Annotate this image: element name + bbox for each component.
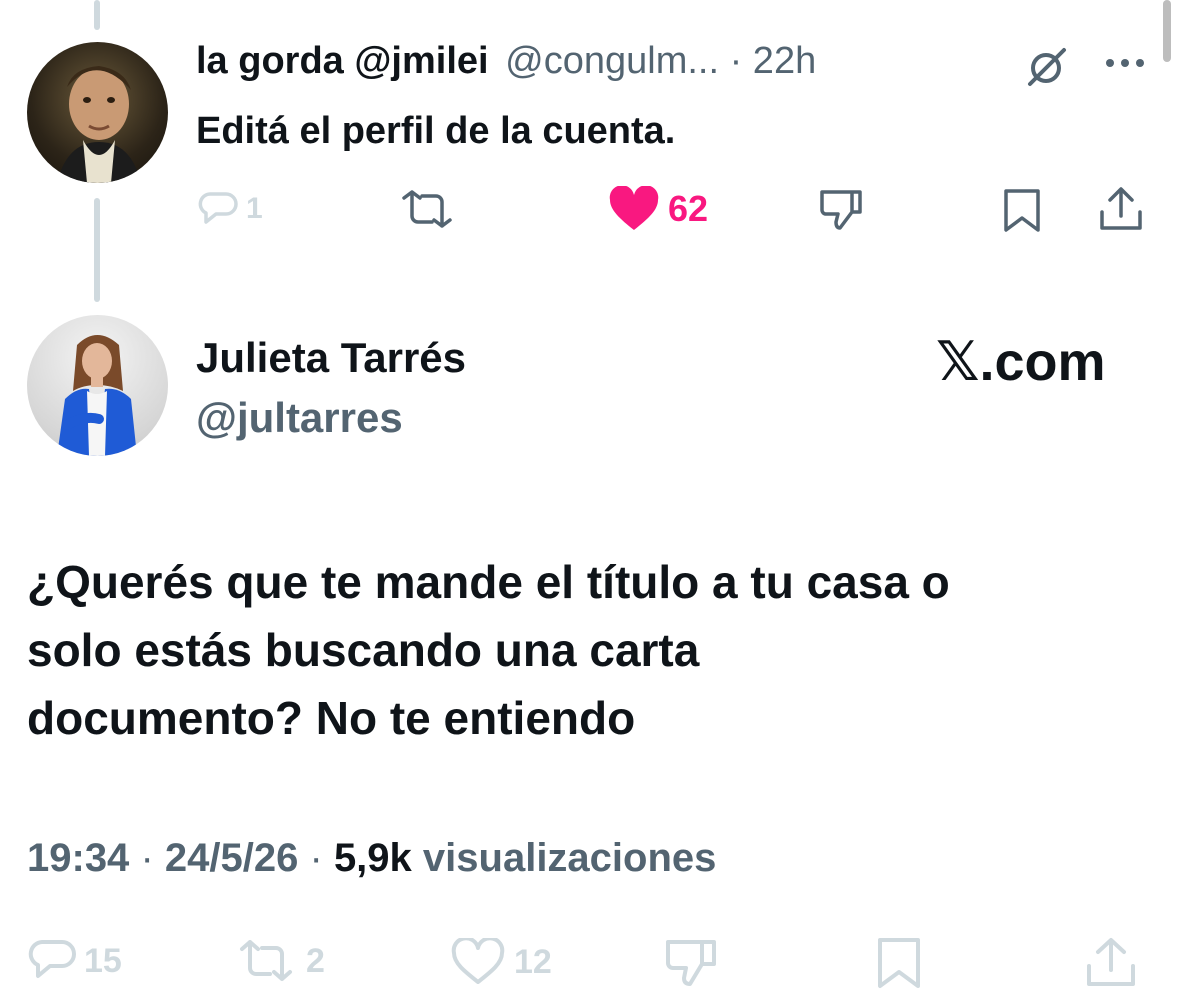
main-text-line: ¿Querés que te mande el título a tu casa…	[27, 556, 950, 608]
main-dislike-button[interactable]	[664, 938, 718, 988]
x-com-watermark: 𝕏.com	[936, 332, 1106, 392]
reply-like-button[interactable]: 62	[608, 186, 708, 232]
main-reply-count: 15	[84, 941, 122, 980]
avatar-julieta[interactable]	[27, 315, 168, 456]
tweet-time[interactable]: 19:34	[27, 836, 129, 880]
main-bookmark-button[interactable]	[874, 936, 924, 990]
portrait-image	[57, 66, 141, 183]
main-share-button[interactable]	[1084, 936, 1138, 990]
heart-filled-icon	[608, 186, 660, 232]
repost-icon	[234, 940, 298, 982]
reply-icon	[28, 938, 76, 984]
repost-icon	[396, 190, 458, 228]
main-like-button[interactable]: 12	[450, 938, 552, 986]
reply-text: Editá el perfil de la cuenta.	[196, 110, 676, 152]
main-reply-button[interactable]: 15	[28, 938, 122, 984]
reply-display-name[interactable]: la gorda @jmilei	[196, 40, 489, 82]
reply-share-button[interactable]	[1098, 186, 1144, 234]
share-icon	[1098, 186, 1144, 234]
main-text-line: documento? No te entiendo	[27, 692, 636, 744]
main-repost-button[interactable]: 2	[234, 940, 325, 982]
main-like-count: 12	[514, 942, 552, 981]
main-text-line: solo estás buscando una carta	[27, 624, 700, 676]
scrollbar[interactable]	[1163, 0, 1171, 62]
main-tweet-text: ¿Querés que te mande el título a tu casa…	[27, 548, 950, 752]
reply-dislike-button[interactable]	[818, 188, 864, 232]
reply-time[interactable]: · 22h	[730, 40, 817, 82]
reply-handle[interactable]: @congulm...	[505, 40, 719, 82]
views-count: 5,9k	[333, 836, 412, 880]
main-handle[interactable]: @jultarres	[196, 394, 403, 442]
thread-line-bottom	[94, 198, 100, 302]
reply-bookmark-button[interactable]	[1000, 188, 1044, 234]
thumbs-down-icon	[818, 188, 864, 232]
main-repost-count: 2	[306, 941, 325, 980]
bookmark-icon	[874, 936, 924, 990]
reply-header: la gorda @jmilei @congulm... · 22h	[196, 40, 816, 83]
reply-reply-button[interactable]: 1	[198, 190, 263, 228]
reply-reply-count: 1	[246, 192, 263, 225]
reply-repost-button[interactable]	[396, 190, 458, 228]
heart-outline-icon	[450, 938, 506, 986]
grok-icon[interactable]	[1024, 44, 1070, 90]
reply-like-count: 62	[668, 188, 709, 229]
reply-icon	[198, 190, 238, 228]
more-options-icon[interactable]	[1104, 57, 1146, 69]
tweet-date[interactable]: 24/5/26	[165, 836, 298, 880]
meta-separator: ·	[309, 836, 323, 880]
main-tweet-meta: 19:34 · 24/5/26 · 5,9k visualizaciones	[27, 836, 716, 881]
bookmark-icon	[1000, 188, 1044, 234]
meta-separator: ·	[140, 836, 154, 880]
thumbs-down-icon	[664, 938, 718, 988]
share-icon	[1084, 936, 1138, 990]
thread-line-top	[94, 0, 100, 30]
portrait-image	[57, 335, 137, 456]
avatar-la-gorda[interactable]	[27, 42, 168, 183]
main-display-name[interactable]: Julieta Tarrés	[196, 334, 466, 382]
views-label[interactable]: visualizaciones	[423, 836, 716, 880]
